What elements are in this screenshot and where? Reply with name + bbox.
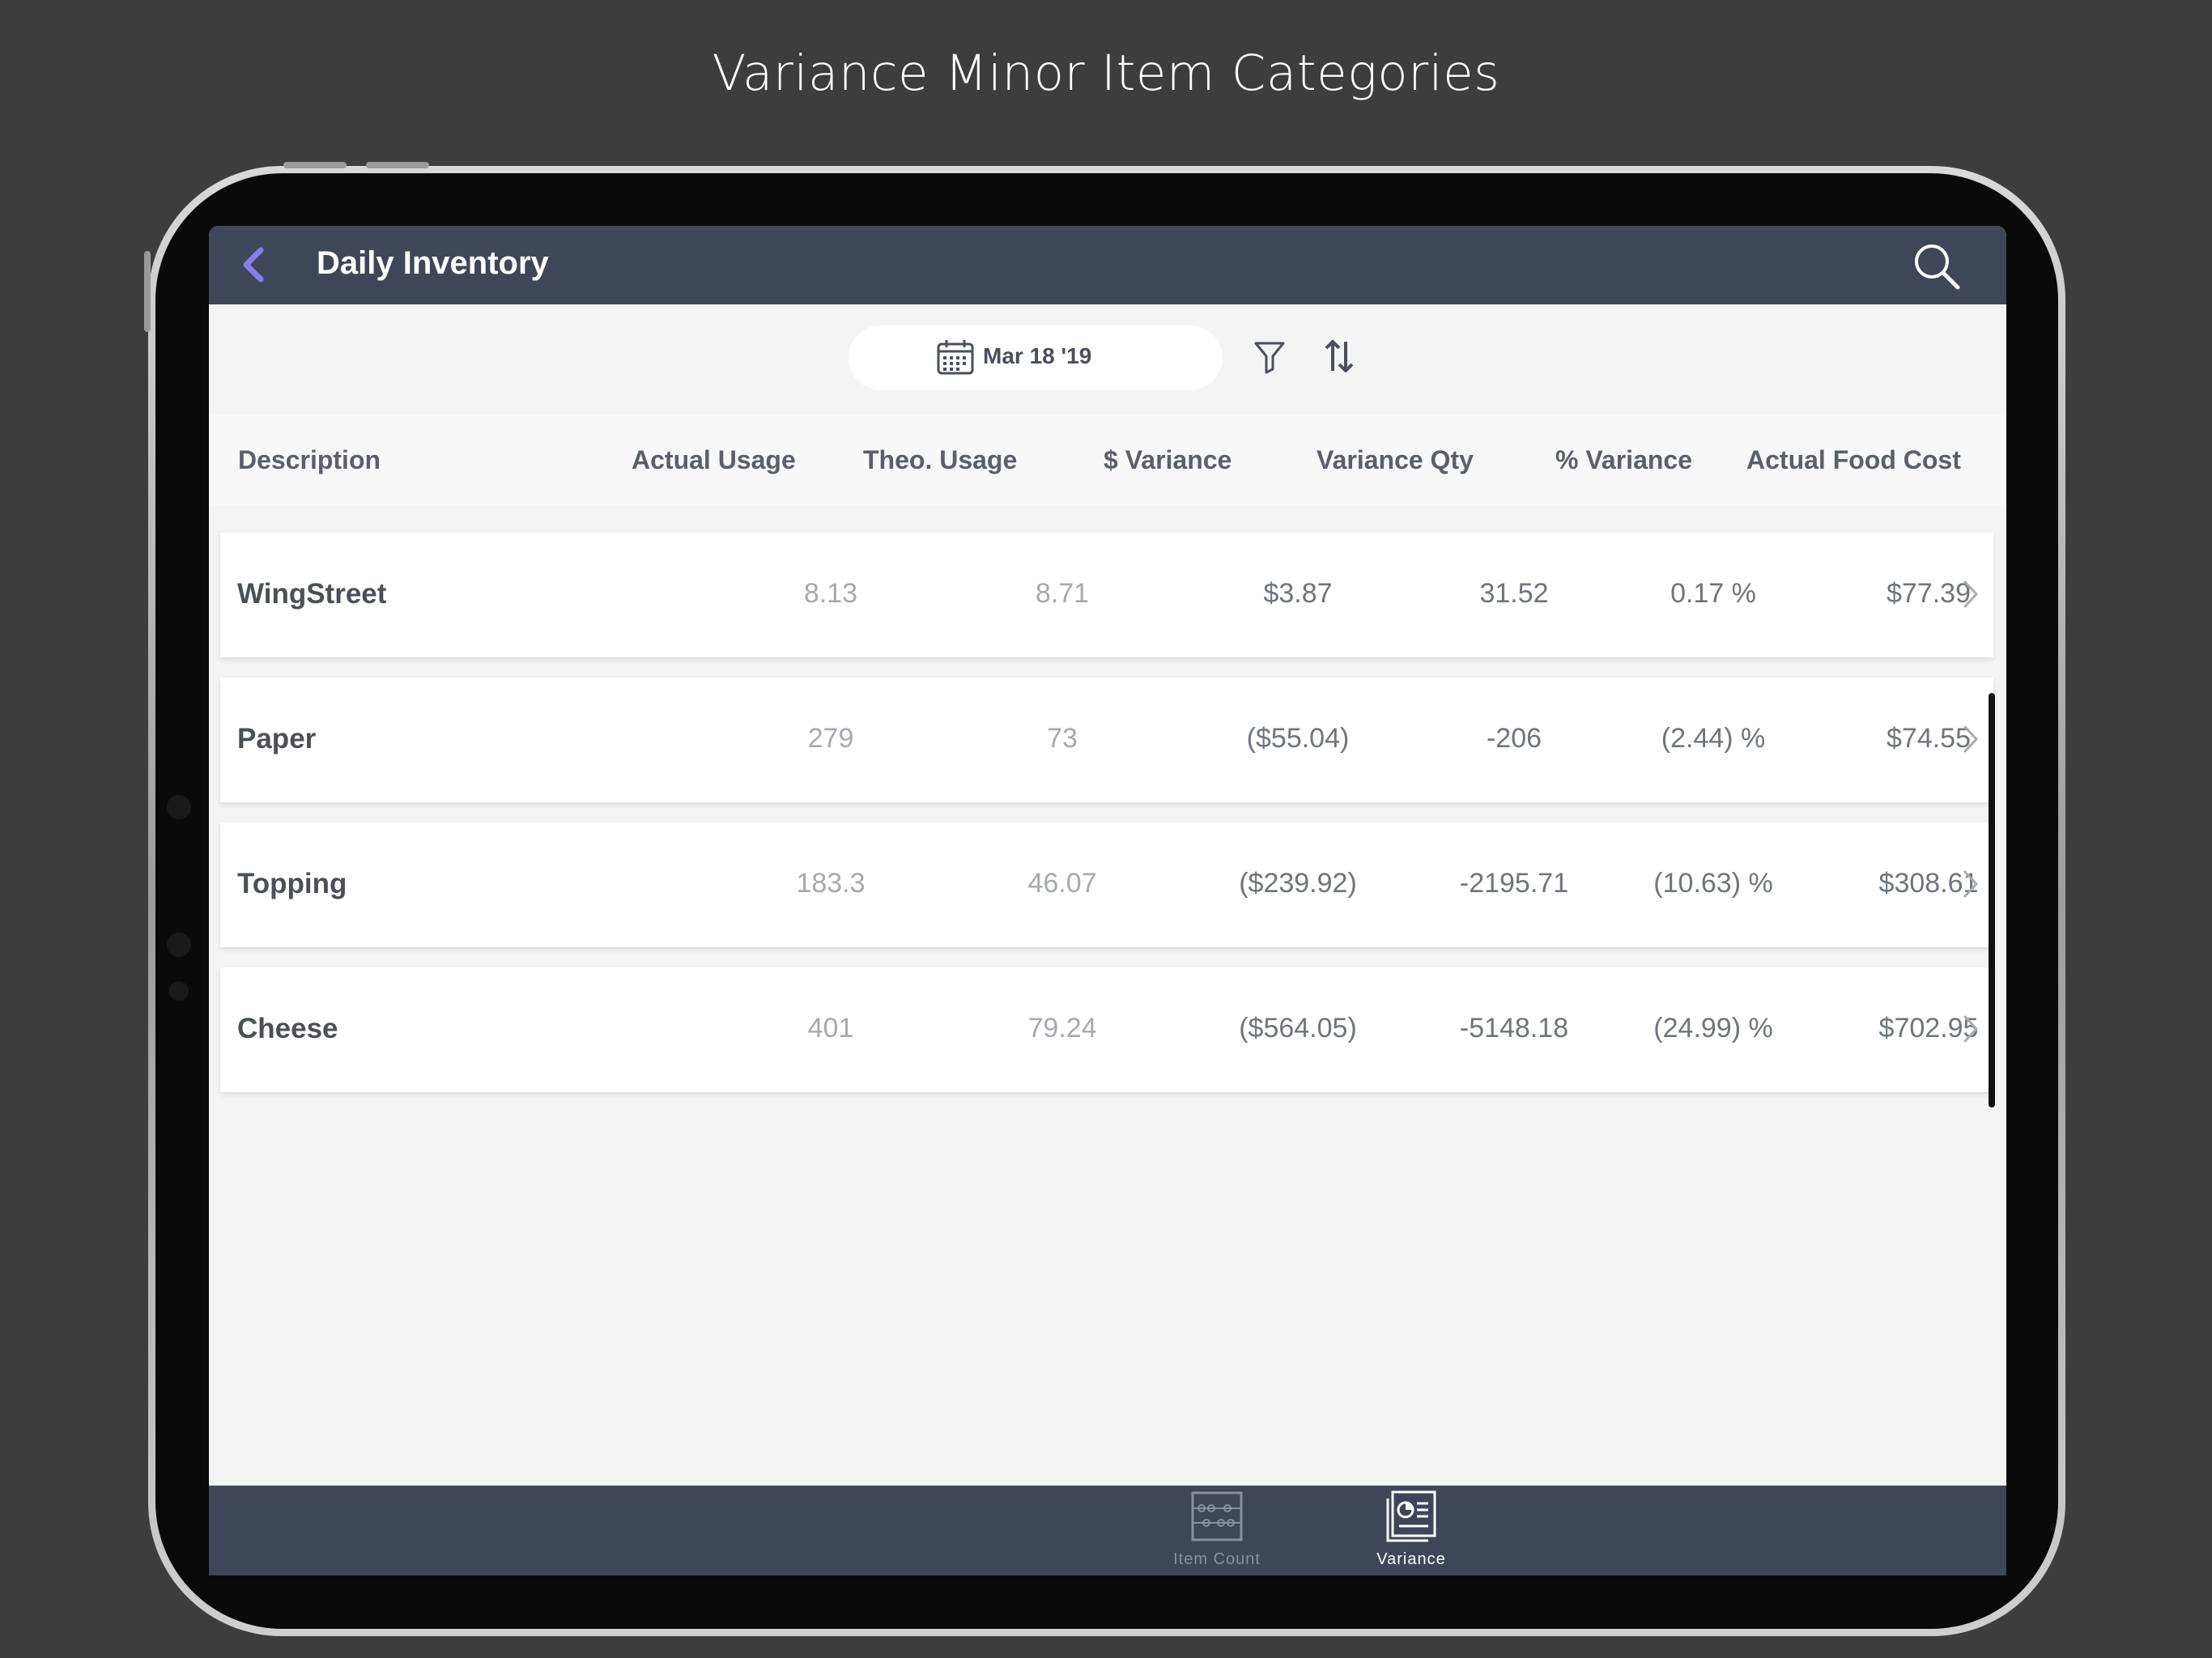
device-camera	[167, 933, 191, 957]
header-description[interactable]: Description	[238, 445, 381, 475]
table-header: Description Actual Usage Theo. Usage $ V…	[209, 414, 2006, 505]
table-row[interactable]: Topping 183.3 46.07 ($239.92) -2195.71 (…	[220, 823, 1993, 947]
chevron-right-icon	[1963, 725, 1978, 753]
nav-bar: Daily Inventory	[209, 226, 2006, 304]
row-pct-variance: (2.44) %	[1661, 723, 1766, 754]
date-picker-button[interactable]: Mar 18 '19	[849, 325, 1223, 390]
row-actual-usage: 279	[807, 723, 854, 754]
variance-report-icon	[1386, 1490, 1436, 1542]
row-pct-variance: (10.63) %	[1653, 868, 1773, 899]
table-row[interactable]: WingStreet 8.13 8.71 $3.87 31.52 0.17 % …	[220, 533, 1993, 657]
row-description: Cheese	[237, 1013, 338, 1044]
row-pct-variance: 0.17 %	[1670, 578, 1756, 609]
row-dollar-variance: $3.87	[1263, 578, 1333, 609]
row-description: WingStreet	[237, 578, 387, 610]
tab-label: Item Count	[1173, 1550, 1261, 1568]
row-description: Topping	[237, 868, 347, 899]
table-row[interactable]: Cheese 401 79.24 ($564.05) -5148.18 (24.…	[220, 967, 1993, 1092]
scrollbar[interactable]	[1989, 693, 1995, 1107]
abacus-icon	[1191, 1491, 1243, 1541]
row-variance-qty: 31.52	[1479, 578, 1549, 609]
row-variance-qty: -2195.71	[1459, 868, 1569, 899]
back-chevron-icon[interactable]	[238, 245, 270, 284]
header-theo-usage[interactable]: Theo. Usage	[863, 445, 1017, 475]
header-actual-usage[interactable]: Actual Usage	[632, 445, 796, 475]
calendar-icon	[937, 340, 974, 375]
sort-icon[interactable]	[1323, 338, 1355, 374]
row-actual-usage: 183.3	[796, 868, 866, 899]
tab-bar: Item Count Variance	[209, 1486, 2006, 1575]
chevron-right-icon	[1963, 1015, 1978, 1043]
row-dollar-variance: ($564.05)	[1239, 1013, 1357, 1044]
device-sensor	[169, 981, 189, 1001]
tab-variance[interactable]: Variance	[1330, 1490, 1492, 1571]
header-actual-food-cost[interactable]: Actual Food Cost	[1746, 445, 1961, 475]
toolbar: Mar 18 '19	[209, 304, 2006, 414]
tab-item-count[interactable]: Item Count	[1136, 1490, 1298, 1571]
row-theo-usage: 79.24	[1027, 1013, 1097, 1044]
device-top-button	[283, 162, 347, 168]
device-camera	[167, 795, 191, 819]
filter-icon[interactable]	[1253, 340, 1286, 374]
row-variance-qty: -5148.18	[1459, 1013, 1569, 1044]
header-pct-variance[interactable]: % Variance	[1555, 445, 1692, 475]
table-row[interactable]: Paper 279 73 ($55.04) -206 (2.44) % $74.…	[220, 678, 1993, 802]
row-theo-usage: 8.71	[1035, 578, 1090, 609]
row-actual-usage: 8.13	[803, 578, 858, 609]
page-caption: Variance Minor Item Categories	[712, 45, 1500, 102]
header-variance-qty[interactable]: Variance Qty	[1317, 445, 1474, 475]
tab-label: Variance	[1376, 1550, 1446, 1568]
app-screen: Daily Inventory Mar 18 '19 Description A…	[209, 226, 2006, 1575]
row-description: Paper	[237, 723, 317, 755]
device-top-button	[366, 162, 429, 168]
chevron-right-icon	[1963, 870, 1978, 898]
date-label: Mar 18 '19	[983, 343, 1092, 368]
device-side-button	[144, 251, 151, 332]
search-icon[interactable]	[1911, 240, 1963, 292]
row-theo-usage: 46.07	[1027, 868, 1097, 899]
row-dollar-variance: ($239.92)	[1239, 868, 1357, 899]
header-dollar-variance[interactable]: $ Variance	[1104, 445, 1231, 475]
chevron-right-icon	[1963, 580, 1978, 608]
row-actual-usage: 401	[807, 1013, 854, 1044]
row-dollar-variance: ($55.04)	[1246, 723, 1350, 754]
row-variance-qty: -206	[1486, 723, 1542, 754]
row-theo-usage: 73	[1047, 723, 1078, 754]
page-title: Daily Inventory	[317, 245, 549, 281]
row-pct-variance: (24.99) %	[1653, 1013, 1773, 1044]
